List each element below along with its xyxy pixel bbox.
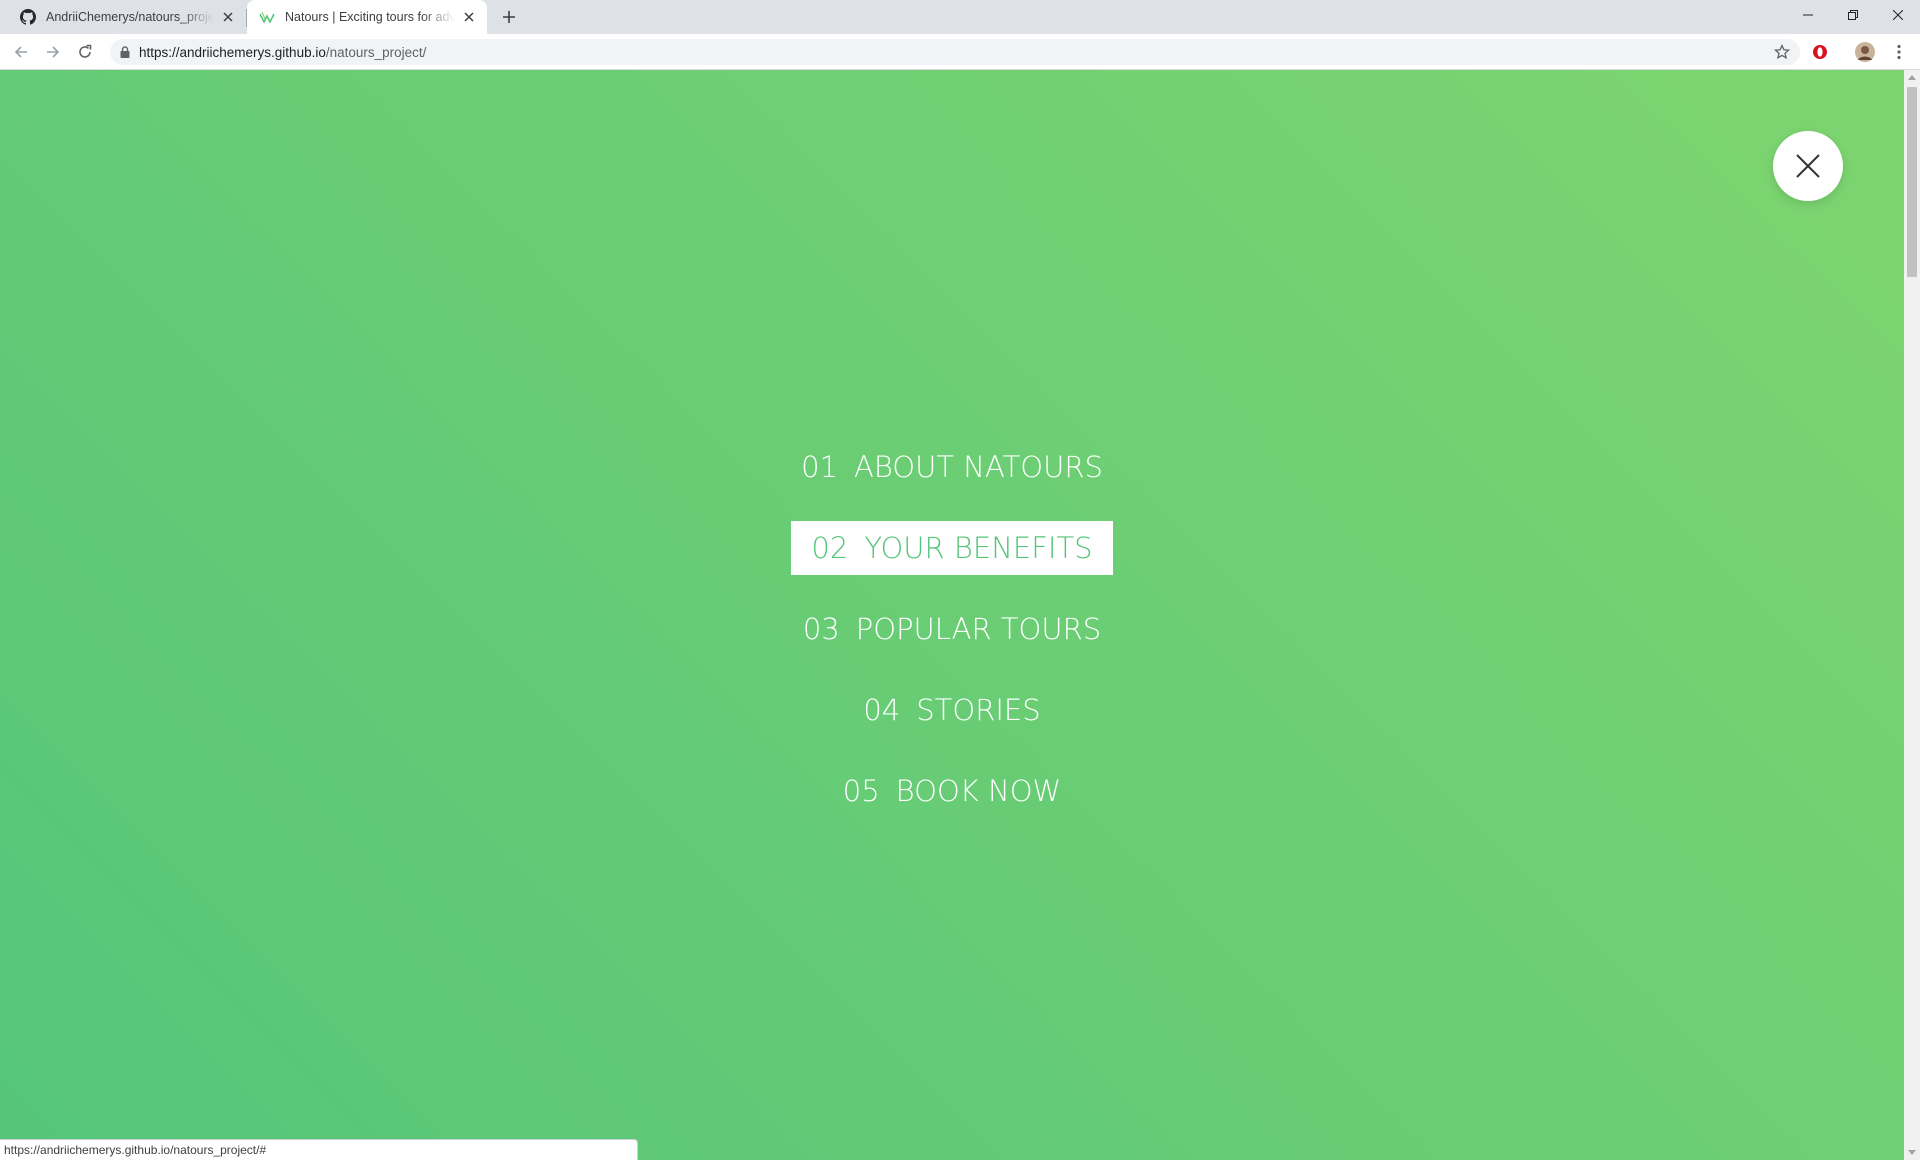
nav-number: 01 — [801, 449, 838, 484]
nav-number: 04 — [863, 692, 901, 727]
url-path: /natours_project/ — [325, 44, 427, 60]
nav-label: About Natours — [853, 449, 1103, 484]
nav-item: 05 Book now — [0, 750, 1904, 831]
nav-link-stories[interactable]: 04 Stories — [843, 683, 1060, 737]
minimize-button[interactable] — [1785, 0, 1830, 30]
nav-number: 03 — [802, 611, 840, 646]
window-controls — [1785, 0, 1920, 30]
back-arrow-icon — [14, 46, 27, 58]
address-bar[interactable]: https://andriichemerys.github.io/natours… — [110, 39, 1800, 65]
natours-logo-icon — [259, 9, 275, 25]
reload-icon — [79, 44, 92, 58]
minimize-icon — [1802, 14, 1813, 16]
lock-icon — [120, 46, 130, 58]
url-host: https://andriichemerys.github.io — [139, 44, 326, 60]
menu-button[interactable] — [1887, 40, 1911, 64]
profile-button[interactable] — [1853, 40, 1877, 64]
tab-title: AndriiChemerys/natours_project: — [46, 10, 214, 24]
nav-link-popular-tours[interactable]: 03 Popular tours — [783, 602, 1121, 656]
opera-icon — [1813, 45, 1827, 59]
nav-item: 01 About Natours — [0, 426, 1904, 507]
back-button[interactable] — [9, 40, 33, 64]
nav-link-book-now[interactable]: 05 Book now — [823, 764, 1081, 818]
close-icon — [1892, 10, 1903, 20]
avatar-icon — [1855, 42, 1875, 62]
nav-item: 04 Stories — [0, 669, 1904, 750]
navigation-overlay: 01 About Natours 02 Your benefits 03 Popula… — [0, 70, 1904, 1160]
tab-github[interactable]: AndriiChemerys/natours_project: — [8, 0, 246, 34]
plus-icon — [503, 11, 515, 23]
close-tab-icon[interactable] — [461, 9, 477, 25]
tab-title: Natours | Exciting tours for adve — [285, 10, 455, 24]
new-tab-button[interactable] — [497, 6, 521, 28]
github-icon — [20, 9, 36, 25]
restore-icon — [1847, 10, 1858, 20]
tab-strip: AndriiChemerys/natours_project: Natours … — [0, 0, 1920, 34]
nav-label: Your benefits — [864, 530, 1093, 565]
nav-item: 03 Popular tours — [0, 588, 1904, 669]
close-window-button[interactable] — [1875, 0, 1920, 30]
more-vert-icon — [1897, 44, 1901, 60]
nav-number: 05 — [842, 773, 880, 808]
forward-arrow-icon — [47, 46, 60, 58]
main-navigation: 01 About Natours 02 Your benefits 03 Popula… — [0, 426, 1904, 831]
tab-natours[interactable]: Natours | Exciting tours for adve — [247, 0, 487, 34]
close-tab-icon[interactable] — [220, 9, 236, 25]
forward-button[interactable] — [41, 40, 65, 64]
opera-extension-button[interactable] — [1808, 40, 1832, 64]
nav-number: 02 — [811, 530, 849, 565]
close-menu-button[interactable] — [1773, 131, 1843, 201]
close-icon — [1796, 154, 1820, 178]
bookmark-star-icon[interactable] — [1774, 44, 1790, 60]
reload-button[interactable] — [73, 40, 97, 64]
url-text: https://andriichemerys.github.io/natours… — [139, 45, 426, 60]
scroll-down-arrow-icon[interactable] — [1908, 1150, 1916, 1155]
browser-window: AndriiChemerys/natours_project: Natours … — [0, 0, 1920, 1160]
nav-label: Popular tours — [855, 611, 1102, 646]
scroll-up-arrow-icon[interactable] — [1908, 75, 1916, 80]
restore-button[interactable] — [1830, 0, 1875, 30]
nav-item: 02 Your benefits — [0, 507, 1904, 588]
browser-toolbar: https://andriichemerys.github.io/natours… — [0, 34, 1920, 70]
scrollbar-thumb[interactable] — [1907, 87, 1917, 277]
nav-link-your-benefits[interactable]: 02 Your benefits — [791, 520, 1113, 575]
nav-link-about-natours[interactable]: 01 About Natours — [781, 440, 1123, 494]
page-scrollbar[interactable] — [1904, 70, 1920, 1160]
nav-label: Stories — [916, 692, 1041, 727]
nav-label: Book now — [895, 773, 1062, 808]
status-bar-url: https://andriichemerys.github.io/natours… — [0, 1139, 638, 1160]
